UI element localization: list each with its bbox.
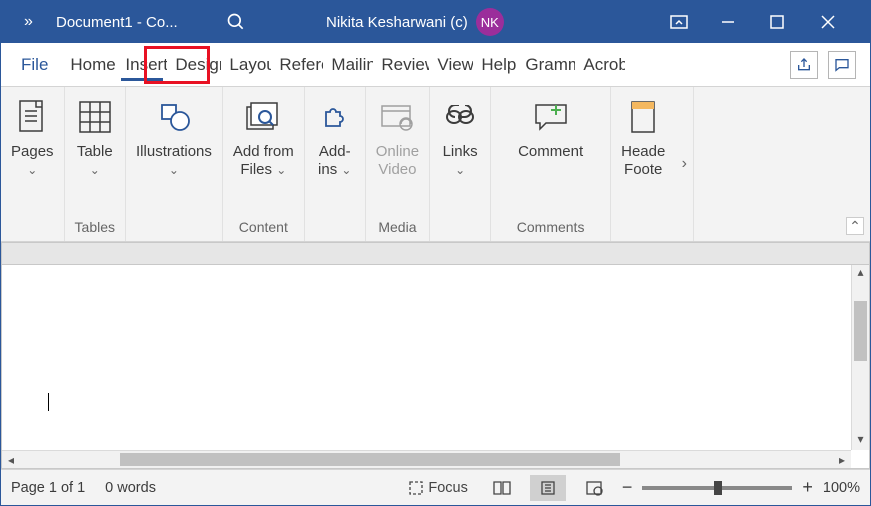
add-from-files-icon[interactable]	[243, 97, 283, 137]
word-count[interactable]: 0 words	[105, 480, 156, 496]
ribbon-right-panel	[693, 87, 717, 241]
tab-grammarly[interactable]: Gramm	[517, 43, 575, 87]
comment-icon[interactable]	[531, 97, 571, 137]
table-icon[interactable]	[75, 97, 115, 137]
group-header-footer: HeadeFoote	[611, 87, 675, 241]
focus-mode-button[interactable]: Focus	[402, 475, 474, 501]
tab-review[interactable]: Review	[373, 43, 429, 87]
group-title-media: Media	[378, 219, 416, 239]
addins-label: Add-ins ⌄	[318, 143, 351, 179]
addins-icon[interactable]	[315, 97, 355, 137]
group-pages: Pages ⌄	[1, 87, 65, 241]
page-indicator[interactable]: Page 1 of 1	[11, 480, 85, 496]
group-links: Links ⌄	[430, 87, 491, 241]
group-title-blank	[30, 219, 34, 239]
pages-label: Pages	[11, 143, 54, 161]
close-button[interactable]	[820, 14, 870, 30]
hscroll-track[interactable]	[20, 451, 833, 468]
header-footer-icon[interactable]	[623, 97, 663, 137]
table-label: Table	[77, 143, 113, 161]
ribbon-display-button[interactable]	[670, 15, 720, 29]
user-avatar[interactable]: NK	[476, 8, 504, 36]
document-page[interactable]	[20, 283, 851, 468]
vertical-scrollbar[interactable]: ▴ ▾	[851, 265, 869, 450]
group-title-blank5	[641, 219, 645, 239]
ribbon-tabs: File Home Insert Design Layou Refere Mai…	[1, 43, 870, 87]
pages-icon[interactable]	[12, 97, 52, 137]
horizontal-ruler[interactable]	[2, 243, 869, 265]
collapse-ribbon-button[interactable]: ⌃	[846, 217, 864, 235]
shapes-icon[interactable]	[154, 97, 194, 137]
tab-help[interactable]: Help	[473, 43, 517, 87]
read-mode-button[interactable]	[484, 475, 520, 501]
chevron-down-icon: ⌄	[169, 163, 179, 177]
add-from-files-label: Add fromFiles ⌄	[233, 143, 294, 179]
user-name[interactable]: Nikita Kesharwani (c)	[326, 14, 468, 31]
search-button[interactable]	[226, 12, 286, 32]
tab-view[interactable]: View	[429, 43, 473, 87]
group-comments: Comment Comments	[491, 87, 611, 241]
online-video-label: OnlineVideo	[376, 143, 419, 179]
horizontal-scrollbar[interactable]: ◂ ▸	[2, 450, 851, 468]
document-title[interactable]: Document1 - Co...	[56, 14, 226, 31]
print-layout-button[interactable]	[530, 475, 566, 501]
ribbon-scroll-right[interactable]: ›	[675, 87, 693, 241]
group-title-tables: Tables	[75, 219, 115, 239]
overflow-button[interactable]: »	[1, 13, 56, 31]
comment-label: Comment	[518, 143, 583, 161]
hscroll-thumb[interactable]	[120, 453, 620, 466]
comments-pane-button[interactable]	[828, 51, 856, 79]
vscroll-thumb[interactable]	[854, 301, 867, 361]
group-title-content: Content	[239, 219, 288, 239]
tab-file[interactable]: File	[9, 43, 62, 87]
scroll-left-button[interactable]: ◂	[2, 453, 20, 467]
zoom-slider-knob[interactable]	[714, 481, 722, 495]
text-cursor	[48, 393, 49, 411]
zoom-out-button[interactable]: −	[622, 477, 633, 498]
group-title-blank3	[333, 219, 337, 239]
group-content: Add fromFiles ⌄ Content	[223, 87, 305, 241]
group-media: OnlineVideo Media	[366, 87, 430, 241]
tab-acrobat[interactable]: Acrob	[575, 43, 625, 87]
zoom-slider[interactable]	[642, 486, 792, 490]
maximize-button[interactable]	[770, 15, 820, 29]
tab-layout[interactable]: Layou	[221, 43, 271, 87]
online-video-icon[interactable]	[377, 97, 417, 137]
illustrations-label: Illustrations	[136, 143, 212, 161]
zoom-level[interactable]: 100%	[823, 480, 860, 496]
link-icon[interactable]	[440, 97, 480, 137]
group-title-comments: Comments	[517, 219, 585, 239]
group-illustrations: Illustrations ⌄	[126, 87, 223, 241]
share-button[interactable]	[790, 51, 818, 79]
document-area: ▴ ▾ ◂ ▸	[1, 242, 870, 469]
tab-references[interactable]: Refere	[271, 43, 323, 87]
chevron-down-icon: ⌄	[90, 163, 100, 177]
tab-home[interactable]: Home	[62, 43, 117, 87]
minimize-button[interactable]	[720, 14, 770, 30]
group-title-blank2	[172, 219, 176, 239]
status-bar: Page 1 of 1 0 words Focus − + 100%	[1, 469, 870, 505]
ribbon: Pages ⌄ Table ⌄ Tables Illustrations ⌄	[1, 87, 870, 242]
chevron-down-icon: ⌄	[27, 163, 37, 177]
scroll-up-button[interactable]: ▴	[852, 265, 869, 283]
scroll-down-button[interactable]: ▾	[852, 432, 869, 450]
tab-mailings[interactable]: Mailin	[323, 43, 373, 87]
group-tables: Table ⌄ Tables	[65, 87, 126, 241]
header-footer-label: HeadeFoote	[621, 143, 665, 179]
links-label: Links	[443, 143, 478, 161]
web-layout-button[interactable]	[576, 475, 612, 501]
insert-highlight	[144, 46, 210, 84]
group-addins: Add-ins ⌄	[305, 87, 366, 241]
group-title-blank4	[458, 219, 462, 239]
zoom-in-button[interactable]: +	[802, 477, 813, 498]
scroll-right-button[interactable]: ▸	[833, 453, 851, 467]
title-bar: » Document1 - Co... Nikita Kesharwani (c…	[1, 1, 870, 43]
chevron-down-icon: ⌄	[455, 163, 465, 177]
